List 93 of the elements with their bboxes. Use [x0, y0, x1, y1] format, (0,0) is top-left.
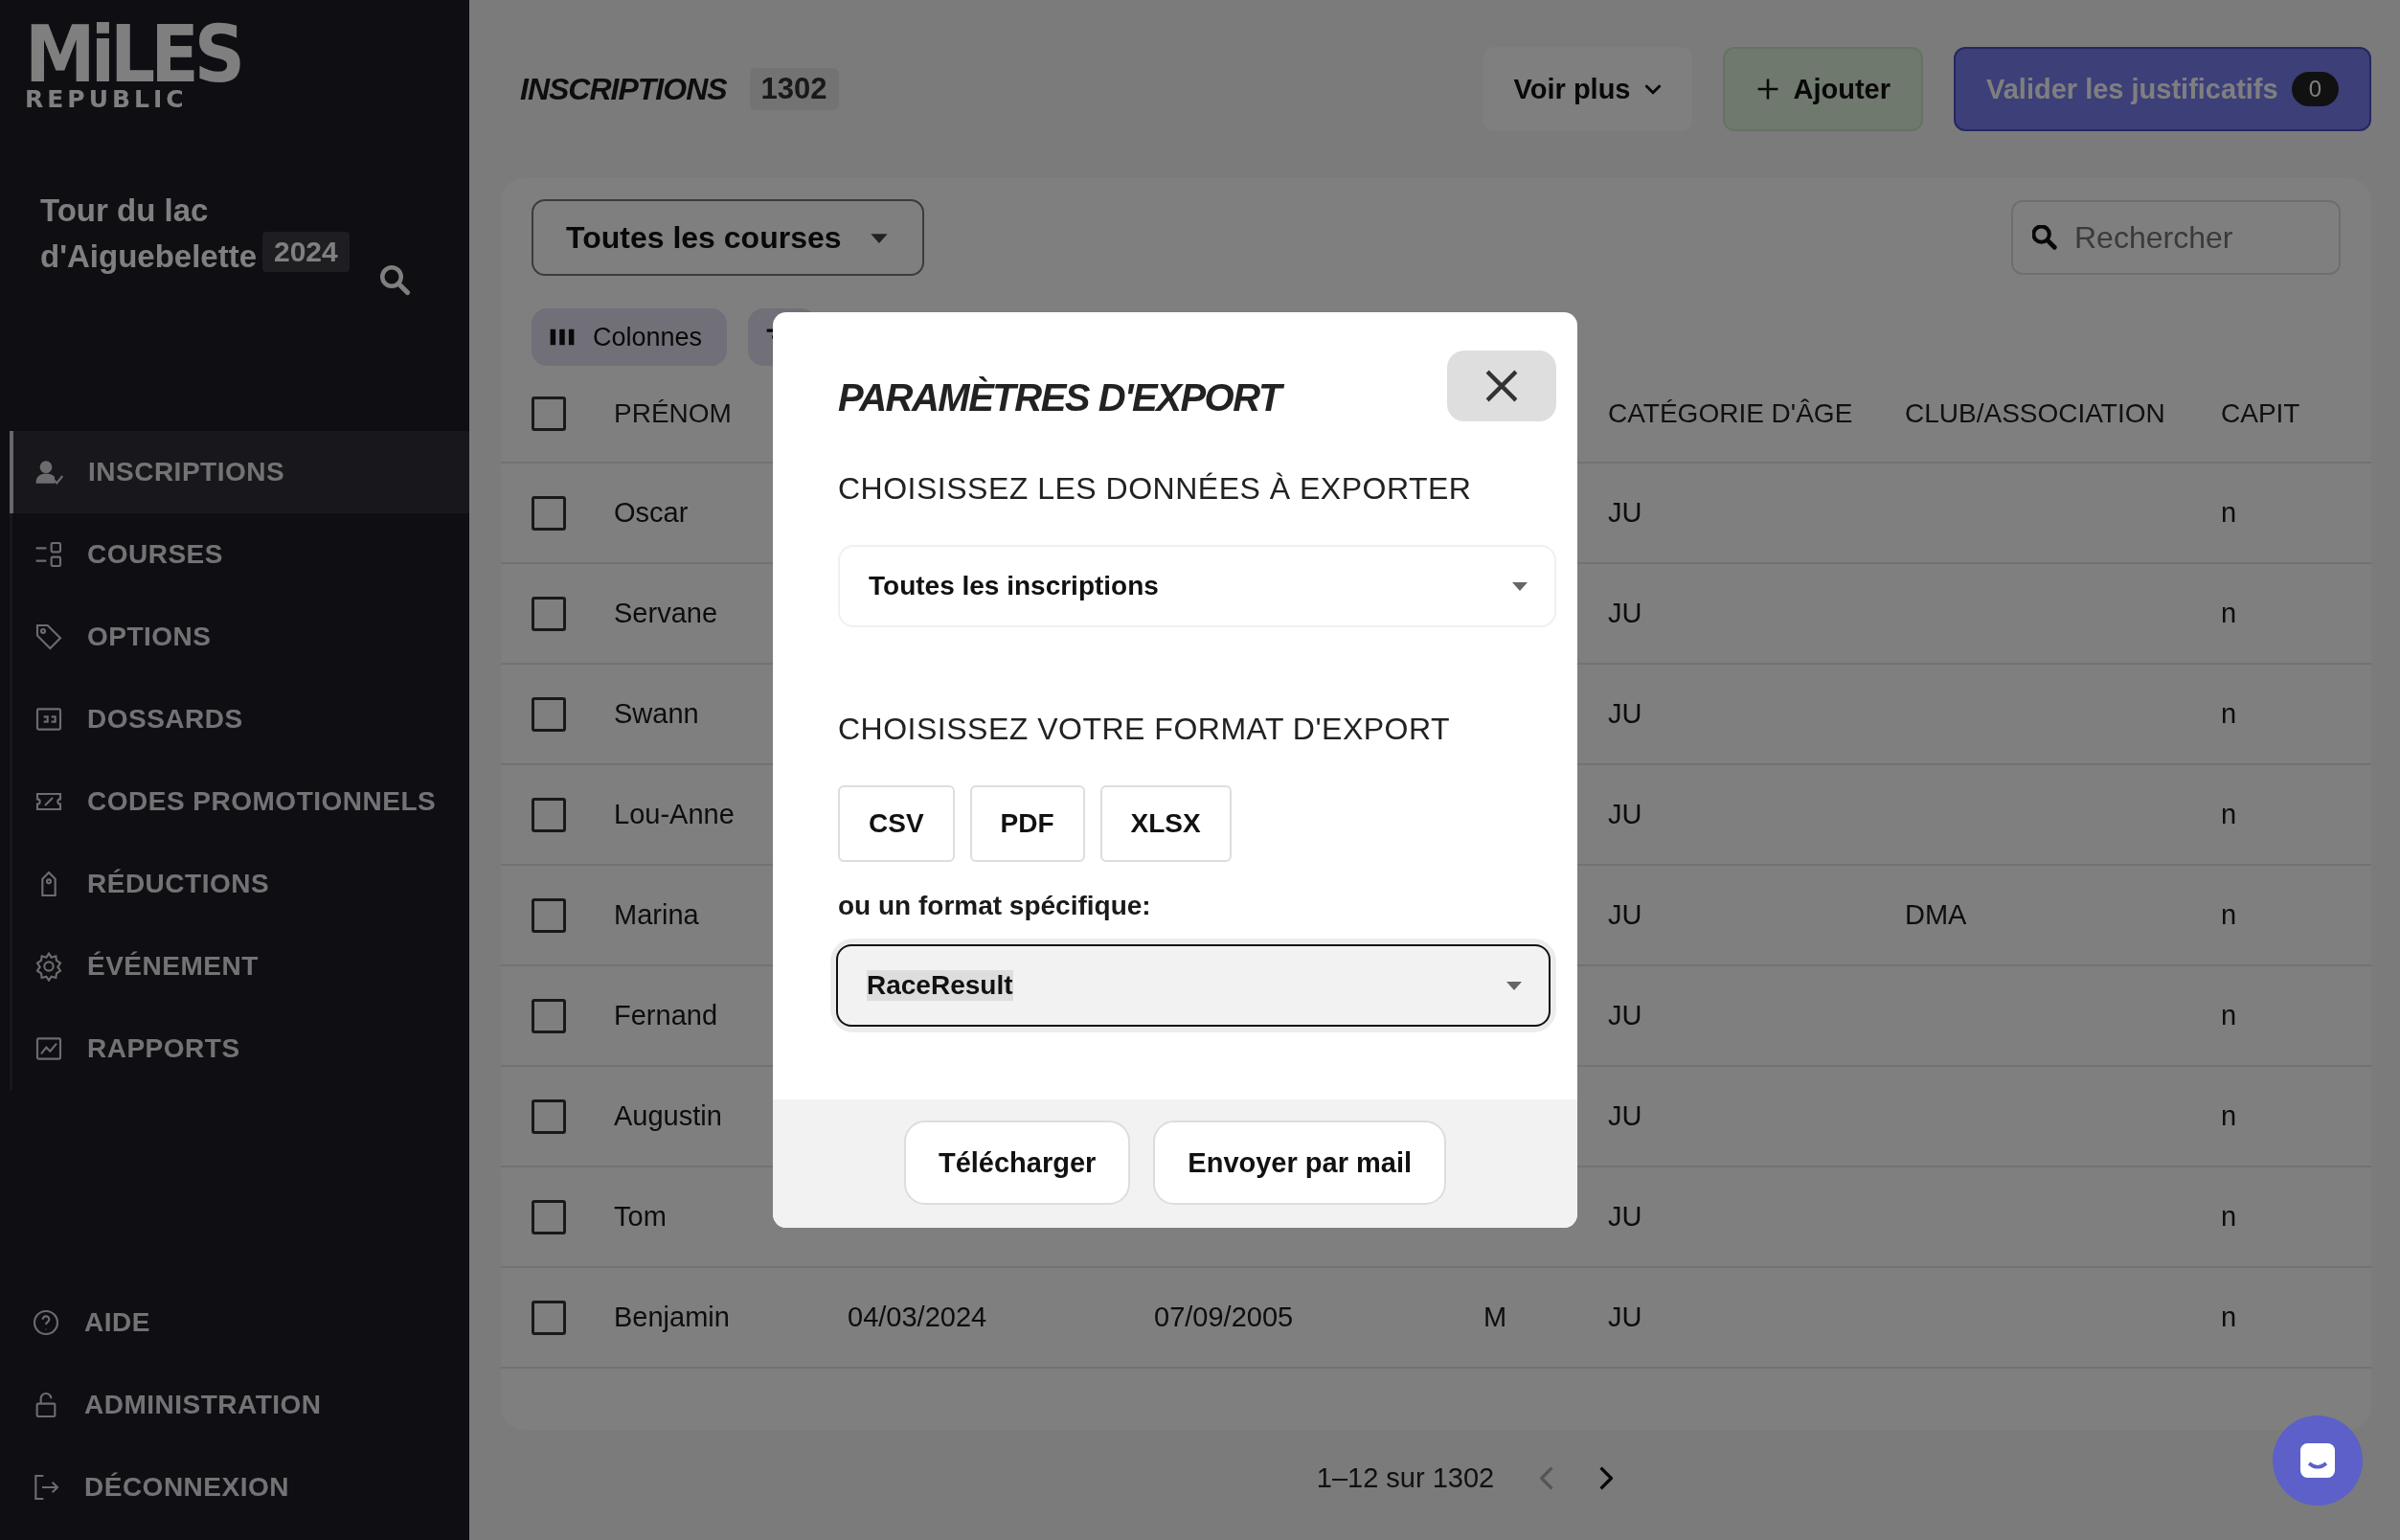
email-button[interactable]: Envoyer par mail: [1153, 1121, 1447, 1205]
nav-item[interactable]: OPTIONS: [12, 596, 469, 678]
nav-item[interactable]: CODES PROMOTIONNELS: [12, 760, 469, 843]
checkbox[interactable]: [532, 797, 566, 832]
checkbox[interactable]: [532, 1199, 566, 1234]
table-cell-text: JU: [1608, 799, 1643, 830]
event-name: Tour du lac d'Aiguebelette: [40, 192, 259, 276]
nav-item[interactable]: INSCRIPTIONS: [10, 431, 469, 513]
table-cell-text: JU: [1608, 497, 1643, 529]
field-label: ou un format spécifique:: [838, 891, 1152, 921]
table-cell-text: JU: [1608, 698, 1643, 730]
checkbox[interactable]: [532, 396, 566, 431]
table-cell-text: Fernand: [614, 1000, 718, 1031]
table-cell-text: Benjamin: [614, 1302, 731, 1333]
section-label: CHOISISSEZ LES DONNÉES À EXPORTER: [838, 471, 1473, 507]
close-icon: [1485, 370, 1518, 402]
column-header: PRÉNOM: [614, 398, 733, 429]
nav-item[interactable]: DÉCONNEXION: [10, 1446, 469, 1529]
table-cell-text: M: [1483, 1302, 1508, 1333]
table-cell-text: n: [2221, 1100, 2238, 1132]
checkbox[interactable]: [532, 1098, 566, 1134]
help-icon: [31, 1307, 61, 1338]
search-icon: [2032, 225, 2057, 250]
add-button[interactable]: Ajouter: [1722, 47, 1923, 131]
gear-icon: [34, 951, 64, 982]
table-cell-text: Oscar: [614, 497, 690, 529]
tag-icon: [34, 622, 64, 652]
table-cell-text: n: [2221, 698, 2238, 730]
columns-button[interactable]: Colonnes: [532, 308, 728, 366]
nav-item[interactable]: RÉDUCTIONS: [12, 843, 469, 925]
table-cell-text: 07/09/2005: [1154, 1302, 1295, 1333]
table-cell-text: n: [2221, 1201, 2238, 1233]
table-cell-text: n: [2221, 799, 2238, 830]
nav-item[interactable]: ÉVÉNEMENT: [12, 925, 469, 1008]
count-badge: 1302: [749, 68, 839, 110]
format-button[interactable]: CSV: [838, 785, 955, 862]
table-cell-text: Tom: [614, 1201, 668, 1233]
more-button[interactable]: Voir plus: [1483, 47, 1692, 131]
table-cell-text: JU: [1608, 1000, 1643, 1031]
count-badge: 0: [2291, 72, 2339, 106]
table-cell-text: n: [2221, 1000, 2238, 1031]
year-badge: 2024: [262, 232, 350, 272]
table-cell-text: n: [2221, 899, 2238, 931]
validate-button[interactable]: Valider les justificatifs 0: [1954, 47, 2371, 131]
page-title: INSCRIPTIONS: [520, 71, 727, 107]
table-cell-text: n: [2221, 497, 2238, 529]
search-field[interactable]: Rechercher: [2011, 200, 2341, 275]
chevron-left-icon: [1540, 1465, 1554, 1490]
race-dropdown[interactable]: Toutes les courses: [532, 199, 924, 276]
column-header: CAPIT: [2221, 398, 2301, 429]
table-cell-text: n: [2221, 598, 2238, 629]
checkbox[interactable]: [532, 596, 566, 631]
column-header: CLUB/ASSOCIATION: [1905, 398, 2166, 429]
logo: MiLES REPUBLIC: [24, 7, 240, 113]
column-header: CATÉGORIE D'ÂGE: [1608, 398, 1854, 429]
columns-icon: [549, 327, 576, 348]
format-dropdown[interactable]: RaceResult: [836, 944, 1551, 1027]
grid-icon: [34, 539, 64, 570]
table-cell-text: JU: [1608, 598, 1643, 629]
table-cell-text: DMA: [1905, 899, 1968, 931]
data-dropdown[interactable]: Toutes les inscriptions: [838, 545, 1556, 627]
table-cell-text: JU: [1608, 1201, 1643, 1233]
nav-item[interactable]: AIDE: [10, 1281, 469, 1364]
table-cell-text: JU: [1608, 1100, 1643, 1132]
nav-item[interactable]: DOSSARDS: [12, 678, 469, 760]
close-button[interactable]: [1447, 351, 1556, 421]
checkbox[interactable]: [532, 998, 566, 1033]
nav-item[interactable]: ADMINISTRATION: [10, 1364, 469, 1446]
format-button[interactable]: PDF: [969, 785, 1085, 862]
nav-item[interactable]: RAPPORTS: [12, 1008, 469, 1090]
table-cell-text: Lou-Anne: [614, 799, 736, 830]
table-cell-text: 04/03/2024: [848, 1302, 988, 1333]
section-label: CHOISISSEZ VOTRE FORMAT D'EXPORT: [838, 712, 1452, 747]
next-page-button[interactable]: [1599, 1465, 1614, 1490]
checkbox[interactable]: [532, 495, 566, 531]
checkbox[interactable]: [532, 1300, 566, 1335]
table-cell-text: JU: [1608, 899, 1643, 931]
chevron-down-icon: [1643, 83, 1662, 95]
chevron-right-icon: [1599, 1465, 1614, 1490]
nav-item[interactable]: COURSES: [12, 513, 469, 596]
table-cell-text: Augustin: [614, 1100, 723, 1132]
table-cell-text: Servane: [614, 598, 718, 629]
table-cell-text: Swann: [614, 698, 700, 730]
format-button[interactable]: XLSX: [1099, 785, 1232, 862]
search-icon[interactable]: [377, 262, 412, 297]
table-cell-text: n: [2221, 1302, 2238, 1333]
caret-icon: [1505, 980, 1524, 991]
download-button[interactable]: Télécharger: [903, 1121, 1131, 1205]
checkbox[interactable]: [532, 696, 566, 732]
table-cell-text: JU: [1608, 1302, 1643, 1333]
caret-icon: [1510, 580, 1529, 592]
checkbox[interactable]: [532, 897, 566, 933]
pagination-label: 1–12 sur 1302: [1316, 1461, 1495, 1494]
